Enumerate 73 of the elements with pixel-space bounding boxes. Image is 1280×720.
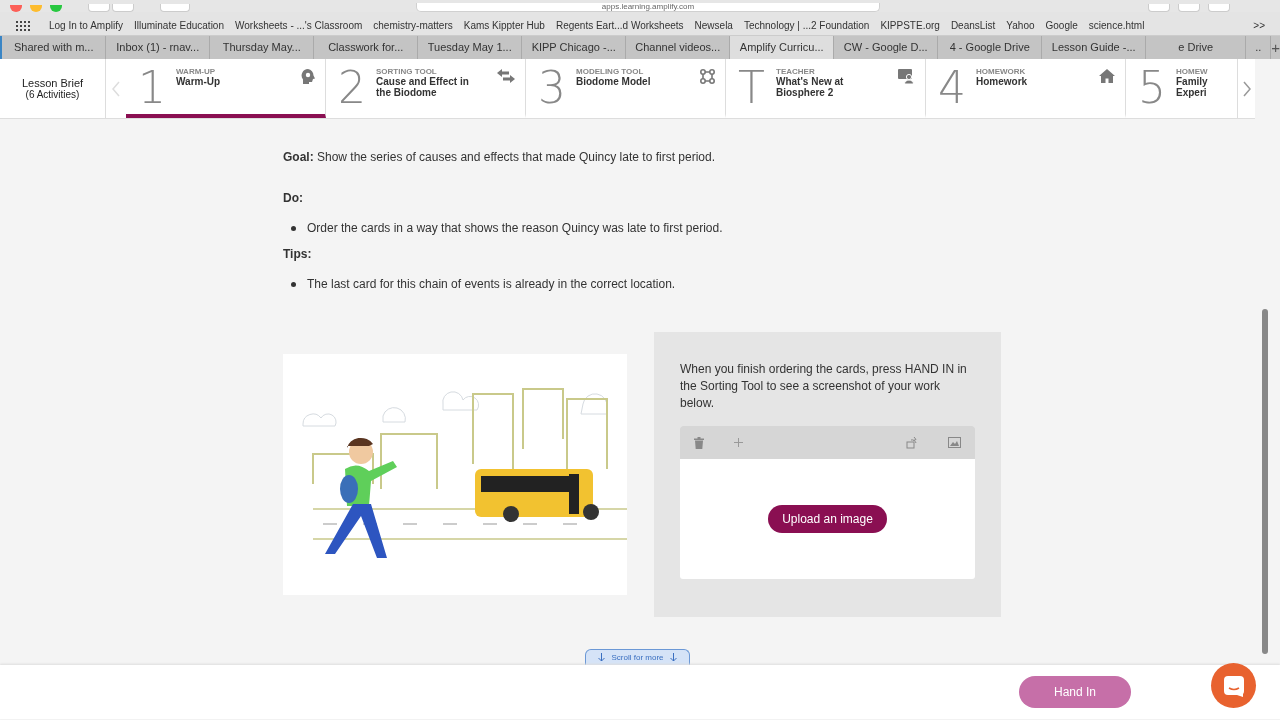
image-icon[interactable] [948, 437, 961, 448]
plus-icon[interactable] [734, 438, 743, 447]
activity-tab[interactable]: T TEACHER What's New at Biosphere 2 [726, 59, 926, 118]
scrollbar-thumb[interactable] [1262, 309, 1268, 654]
forward-button[interactable] [112, 4, 134, 12]
activity-number: T [738, 65, 766, 114]
list-item-text: Order the cards in a way that shows the reason Quincy was late to first period. [307, 221, 723, 235]
share-button[interactable] [1178, 4, 1200, 12]
bullet-icon [291, 225, 296, 231]
bookmark-link[interactable]: Log In to Amplify [44, 20, 128, 31]
activity-type: MODELING TOOL [576, 67, 645, 76]
bullet-icon [291, 281, 296, 287]
zoom-window-icon[interactable] [50, 5, 62, 12]
tabs-button[interactable] [1208, 4, 1230, 12]
head-gear-icon [301, 69, 315, 84]
activity-title: Family Experi [1176, 76, 1208, 98]
down-arrow-icon [598, 653, 606, 662]
activity-title: Homework [976, 76, 1029, 87]
bookmark-link[interactable]: Kams Kippter Hub [458, 20, 550, 31]
activity-number: 4 [938, 65, 967, 114]
activity-number: 5 [1138, 65, 1167, 114]
bookmark-link[interactable]: DeansList [945, 20, 1001, 31]
activity-type: TEACHER [776, 67, 816, 76]
browser-tab[interactable]: Amplify Curricu... [730, 36, 835, 59]
tips-heading: Tips: [283, 247, 313, 261]
list-item-text: The last card for this chain of events is already in the correct location. [307, 277, 676, 291]
sidebar-button[interactable] [160, 4, 190, 12]
nodes-icon [700, 69, 715, 84]
house-icon [1099, 69, 1115, 83]
browser-tab[interactable]: .. [1246, 36, 1271, 59]
close-window-icon[interactable] [10, 5, 22, 12]
activity-type: HOMEWORK [976, 67, 1027, 76]
activity-type: SORTING TOOL [376, 67, 438, 76]
upload-image-button[interactable]: Upload an image [768, 505, 887, 533]
bookmark-link[interactable]: Worksheets - ...'s Classroom [230, 20, 368, 31]
chat-bubble-icon [1222, 674, 1245, 697]
bookmark-link[interactable]: science.html [1083, 20, 1150, 31]
bookmark-link[interactable]: Newsela [689, 20, 738, 31]
bookmark-link[interactable]: Illuminate Education [128, 20, 229, 31]
activity-title: Cause and Effect in the Biodome [376, 76, 470, 98]
bookmark-link[interactable]: Regents Eart...d Worksheets [550, 20, 689, 31]
activity-title: Biodome Model [576, 76, 652, 87]
do-heading: Do: [283, 191, 304, 205]
bookmark-link[interactable]: Google [1040, 20, 1083, 31]
address-field[interactable]: apps.learning.amplify.com [416, 3, 880, 12]
down-arrow-icon [669, 653, 677, 662]
activity-type: WARM-UP [176, 67, 217, 76]
lesson-brief-button[interactable]: Lesson Brief (6 Activities) [0, 59, 106, 118]
bookmark-link[interactable]: KIPPSTE.org [875, 20, 945, 31]
back-button[interactable] [88, 4, 110, 12]
scroll-for-more-tab[interactable]: Scroll for more [585, 649, 690, 665]
address-text: apps.learning.amplify.com [601, 3, 695, 11]
goal-text: Goal: Show the series of causes and effects that made Quincy late to first period. [283, 150, 716, 164]
apps-grid-icon[interactable] [16, 20, 30, 31]
bookmark-link[interactable]: Yahoo [1001, 20, 1040, 31]
presenter-icon [898, 69, 915, 84]
swap-arrows-icon [497, 69, 515, 83]
activity-number: 1 [138, 65, 167, 114]
new-tab-button[interactable]: + [1270, 36, 1280, 59]
activity-number: 2 [338, 65, 367, 114]
activity-title: What's New at Biosphere 2 [776, 76, 845, 98]
instructions-text: When you finish ordering the cards, press HAND IN in the Sorting Tool to see a screenshot of your work below. [680, 361, 968, 412]
trash-icon[interactable] [694, 436, 704, 449]
bookmark-link[interactable]: chemistry-matters [368, 20, 458, 31]
bookmark-link[interactable]: Technology | ...2 Foundation [738, 20, 875, 31]
activity-title: Warm-Up [176, 76, 222, 87]
more-bookmarks-button[interactable]: >> [1248, 20, 1273, 31]
activity-type: HOMEW [1176, 67, 1209, 76]
chat-button[interactable] [1211, 663, 1256, 708]
download-button[interactable] [1148, 4, 1170, 12]
rotate-icon[interactable] [906, 436, 918, 449]
activity-number: 3 [538, 65, 567, 114]
minimize-window-icon[interactable] [30, 5, 42, 12]
